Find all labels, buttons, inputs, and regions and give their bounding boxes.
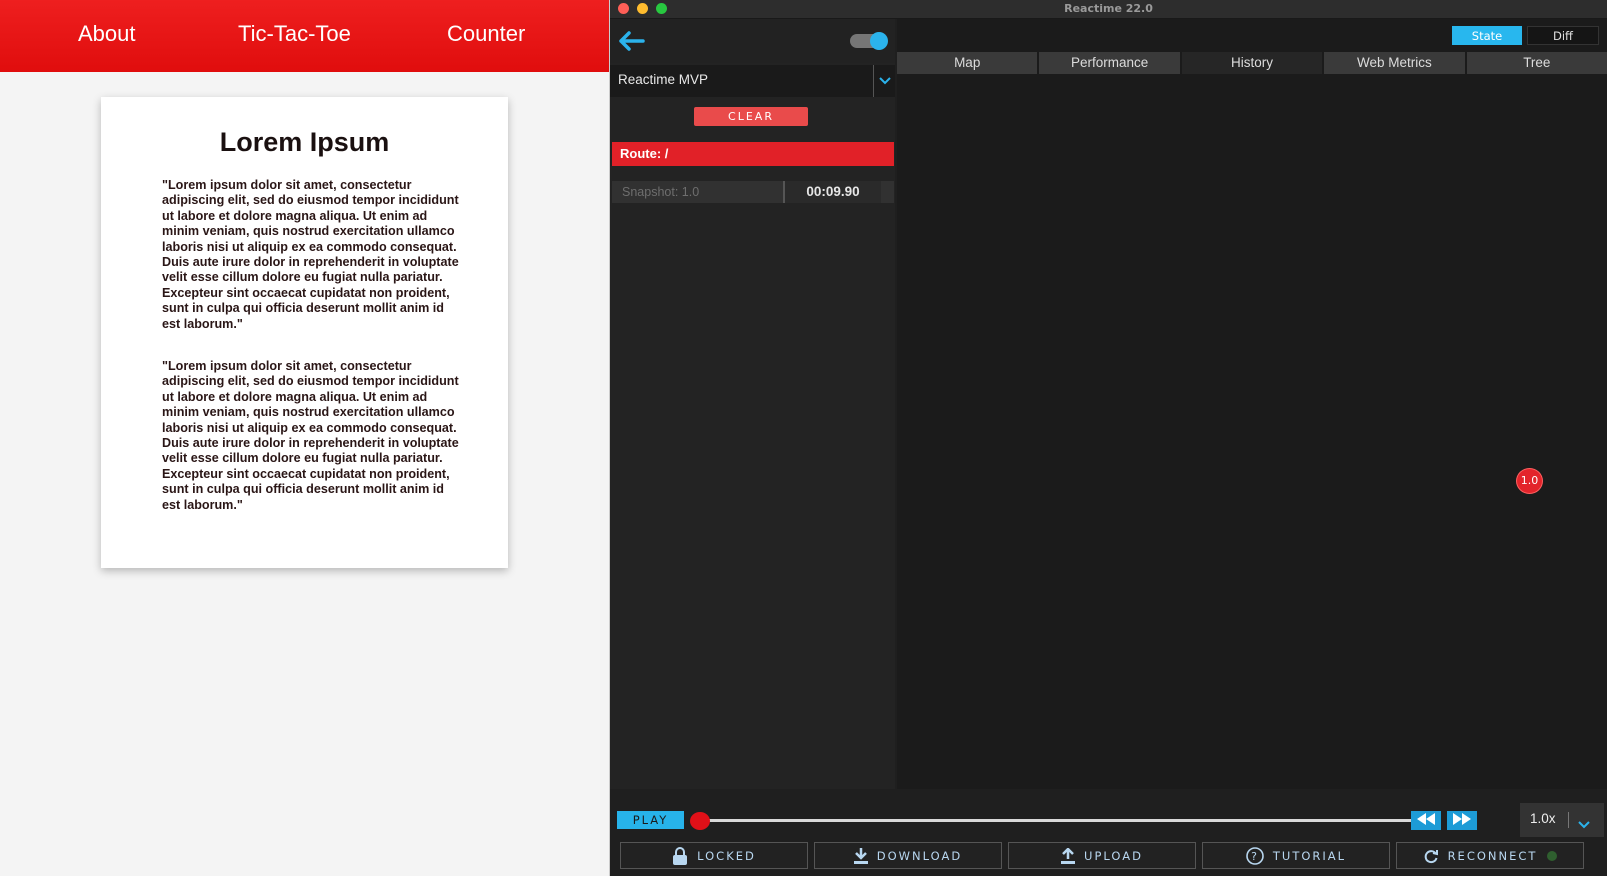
- app-select-value: Reactime MVP: [618, 72, 709, 87]
- snapshot-time: 00:09.90: [783, 181, 881, 203]
- snapshot-sidebar: Reactime MVP CLEAR Route: / Snapshot: 1.…: [610, 19, 895, 789]
- devtool-window: Reactime 22.0 Reactime MVP CLEAR Route: …: [610, 0, 1607, 876]
- question-circle-icon: ?: [1246, 846, 1264, 865]
- speed-divider: [1568, 812, 1569, 828]
- article-paragraph: "Lorem ipsum dolor sit amet, consectetur…: [162, 359, 459, 512]
- snapshot-label: Snapshot: 1.0: [622, 185, 700, 199]
- upload-label: UPLOAD: [1084, 848, 1143, 863]
- article-card: Lorem Ipsum "Lorem ipsum dolor sit amet,…: [101, 97, 508, 568]
- playback-speed-value: 1.0x: [1530, 811, 1556, 826]
- lock-icon: [673, 846, 688, 865]
- window-title: Reactime 22.0: [1064, 2, 1153, 15]
- tutorial-button[interactable]: ? TUTORIAL: [1202, 842, 1390, 869]
- tab-map[interactable]: Map: [897, 52, 1038, 74]
- article-title: Lorem Ipsum: [219, 127, 390, 157]
- locked-label: LOCKED: [697, 848, 756, 863]
- fast-forward-icon: [1453, 813, 1471, 828]
- upload-icon: [1061, 847, 1076, 864]
- chevron-down-icon: [1578, 814, 1590, 833]
- state-view-button[interactable]: State: [1452, 26, 1522, 45]
- download-label: DOWNLOAD: [876, 848, 963, 863]
- snapshot-list-item[interactable]: Snapshot: 1.0 00:09.90: [612, 181, 894, 203]
- play-button[interactable]: PLAY: [617, 811, 684, 829]
- tab-web-metrics[interactable]: Web Metrics: [1324, 52, 1465, 74]
- connection-status-dot: [1547, 850, 1558, 861]
- chevron-down-icon[interactable]: [873, 65, 895, 97]
- tutorial-label: TUTORIAL: [1272, 848, 1347, 863]
- arrow-left-icon[interactable]: [616, 29, 646, 57]
- mode-toggle[interactable]: [850, 32, 888, 50]
- timeline-slider-handle[interactable]: [690, 812, 710, 830]
- reconnect-label: RECONNECT: [1447, 848, 1538, 863]
- nav-link-about[interactable]: About: [78, 21, 136, 47]
- tab-tree[interactable]: Tree: [1466, 52, 1607, 74]
- refresh-icon: [1424, 849, 1438, 863]
- rewind-button[interactable]: [1411, 811, 1441, 830]
- history-node[interactable]: 1.0: [1517, 469, 1542, 493]
- view-tabs: Map Performance History Web Metrics Tree: [897, 52, 1607, 74]
- tab-performance[interactable]: Performance: [1039, 52, 1180, 74]
- window-titlebar: Reactime 22.0: [610, 0, 1607, 19]
- toggle-knob: [870, 32, 888, 50]
- demo-app-panel: About Tic-Tac-Toe Counter Lorem Ipsum "L…: [0, 0, 610, 876]
- route-header: Route: /: [612, 142, 894, 166]
- app-navbar: About Tic-Tac-Toe Counter: [0, 0, 609, 72]
- diff-view-button[interactable]: Diff: [1527, 26, 1599, 45]
- locked-button[interactable]: LOCKED: [620, 842, 808, 869]
- svg-text:?: ?: [1251, 850, 1259, 863]
- download-icon: [853, 847, 868, 864]
- tab-history[interactable]: History: [1181, 52, 1323, 74]
- timeline-slider-track[interactable]: [702, 819, 1429, 822]
- main-view-panel: State Diff Map Performance History Web M…: [897, 19, 1607, 789]
- upload-button[interactable]: UPLOAD: [1008, 842, 1196, 869]
- nav-link-counter[interactable]: Counter: [447, 21, 525, 47]
- fast-forward-button[interactable]: [1447, 811, 1477, 830]
- clear-button[interactable]: CLEAR: [694, 107, 808, 126]
- reconnect-button[interactable]: RECONNECT: [1396, 842, 1584, 869]
- playback-speed-select[interactable]: 1.0x: [1520, 803, 1604, 837]
- sidebar-topbar: [610, 19, 895, 63]
- download-button[interactable]: DOWNLOAD: [814, 842, 1002, 869]
- app-select[interactable]: Reactime MVP: [610, 65, 895, 97]
- nav-link-tic-tac-toe[interactable]: Tic-Tac-Toe: [238, 21, 351, 47]
- article-paragraph: "Lorem ipsum dolor sit amet, consectetur…: [162, 178, 459, 331]
- rewind-icon: [1417, 813, 1435, 828]
